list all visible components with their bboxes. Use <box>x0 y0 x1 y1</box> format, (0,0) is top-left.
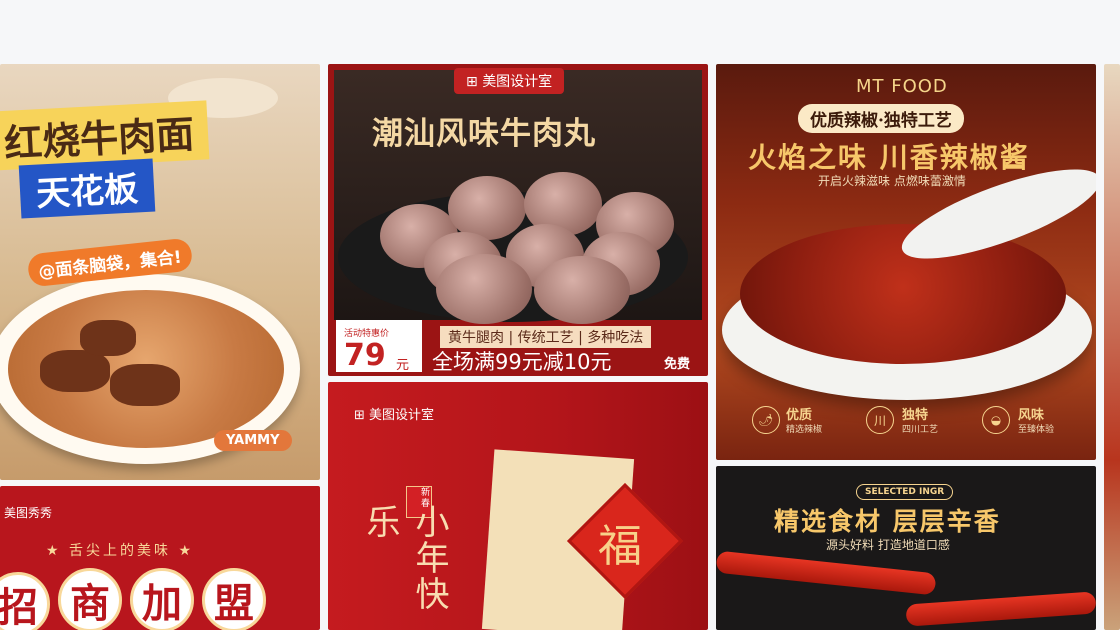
template-card-new-year[interactable]: 福 ⊞ 美图设计室 新春 小年快乐 <box>328 382 708 630</box>
beef-chunk-image <box>110 364 180 406</box>
template-card-chili-sauce[interactable]: MT FOOD 优质辣椒·独特工艺 火焰之味 川香辣椒酱 开启火辣滋味 点燃味蕾… <box>716 64 1096 460</box>
template-card-franchise[interactable]: 美图秀秀 ★ 舌尖上的美味 ★ 招 商 加 盟 <box>0 486 320 630</box>
brand-name: MT FOOD <box>856 76 948 97</box>
feature-label: 优质 <box>786 408 813 423</box>
card-tag: YAMMY <box>214 430 292 451</box>
chili-pepper-image <box>905 591 1096 627</box>
feature-sub: 四川工艺 <box>902 425 939 435</box>
feature-label: 风味 <box>1018 408 1045 423</box>
brand-logo: ⊞ 美图设计室 <box>454 68 565 94</box>
beef-chunk-image <box>80 320 136 356</box>
sichuan-icon: 川 <box>866 406 894 434</box>
card-subtitle: 优质辣椒·独特工艺 <box>798 104 964 133</box>
card-title: 小年快乐 <box>360 504 449 612</box>
card-subtitle: ★ 舌尖上的美味 ★ <box>46 543 195 559</box>
feature-tags: 黄牛腿肉 | 传统工艺 | 多种吃法 <box>440 326 652 348</box>
beef-ball-cut-image <box>436 254 532 324</box>
template-card-chili[interactable]: SELECTED INGR 精选食材 层层辛香 源头好料 打造地道口感 <box>716 466 1096 630</box>
beef-ball-cut-image <box>534 256 630 324</box>
bowl-icon: ◒ <box>982 406 1010 434</box>
beef-chunk-image <box>40 350 110 392</box>
feature-sub: 精选辣椒 <box>786 425 823 435</box>
chili-icon: 🌶 <box>752 406 780 434</box>
feature-label: 独特 <box>902 408 929 423</box>
title-char: 商 <box>58 568 122 630</box>
card-tag: SELECTED INGR <box>856 484 954 500</box>
brand-logo: ⊞ 美图设计室 <box>354 408 435 423</box>
template-card-beef-balls[interactable]: ⊞ 美图设计室 潮汕风味牛肉丸 活动特惠价 79 元 黄牛腿肉 | 传统工艺 |… <box>328 64 708 376</box>
card-badge: 天花板 <box>18 158 156 219</box>
template-card-beef-noodle[interactable]: 红烧牛肉面 天花板 @面条脑袋，集合! YAMMY <box>0 64 320 480</box>
chili-pepper-image <box>716 550 937 596</box>
free-shipping-label: 免费 <box>664 357 691 372</box>
template-card-partial[interactable] <box>1104 64 1120 630</box>
top-bar <box>0 0 1120 64</box>
title-char: 加 <box>130 568 194 630</box>
fu-character: 福 <box>598 521 642 572</box>
title-char: 盟 <box>202 568 266 630</box>
brand-logo: 美图秀秀 <box>4 506 53 520</box>
promo-text: 全场满99元减10元 <box>432 350 612 374</box>
card-title: 火焰之味 川香辣椒酱 <box>748 141 1030 174</box>
price-unit: 元 <box>396 358 410 373</box>
price-value: 79 <box>344 338 386 373</box>
grid-icon: ⊞ <box>466 74 483 90</box>
beef-ball-image <box>448 176 526 240</box>
grid-icon: ⊞ <box>354 408 370 423</box>
card-description: 开启火辣滋味 点燃味蕾激情 <box>818 174 966 188</box>
card-title: 精选食材 层层辛香 <box>774 507 1001 536</box>
card-description: 源头好料 打造地道口感 <box>826 538 950 552</box>
title-char: 招 <box>0 572 50 630</box>
feature-sub: 至臻体验 <box>1018 425 1055 435</box>
card-title: 潮汕风味牛肉丸 <box>372 116 596 152</box>
